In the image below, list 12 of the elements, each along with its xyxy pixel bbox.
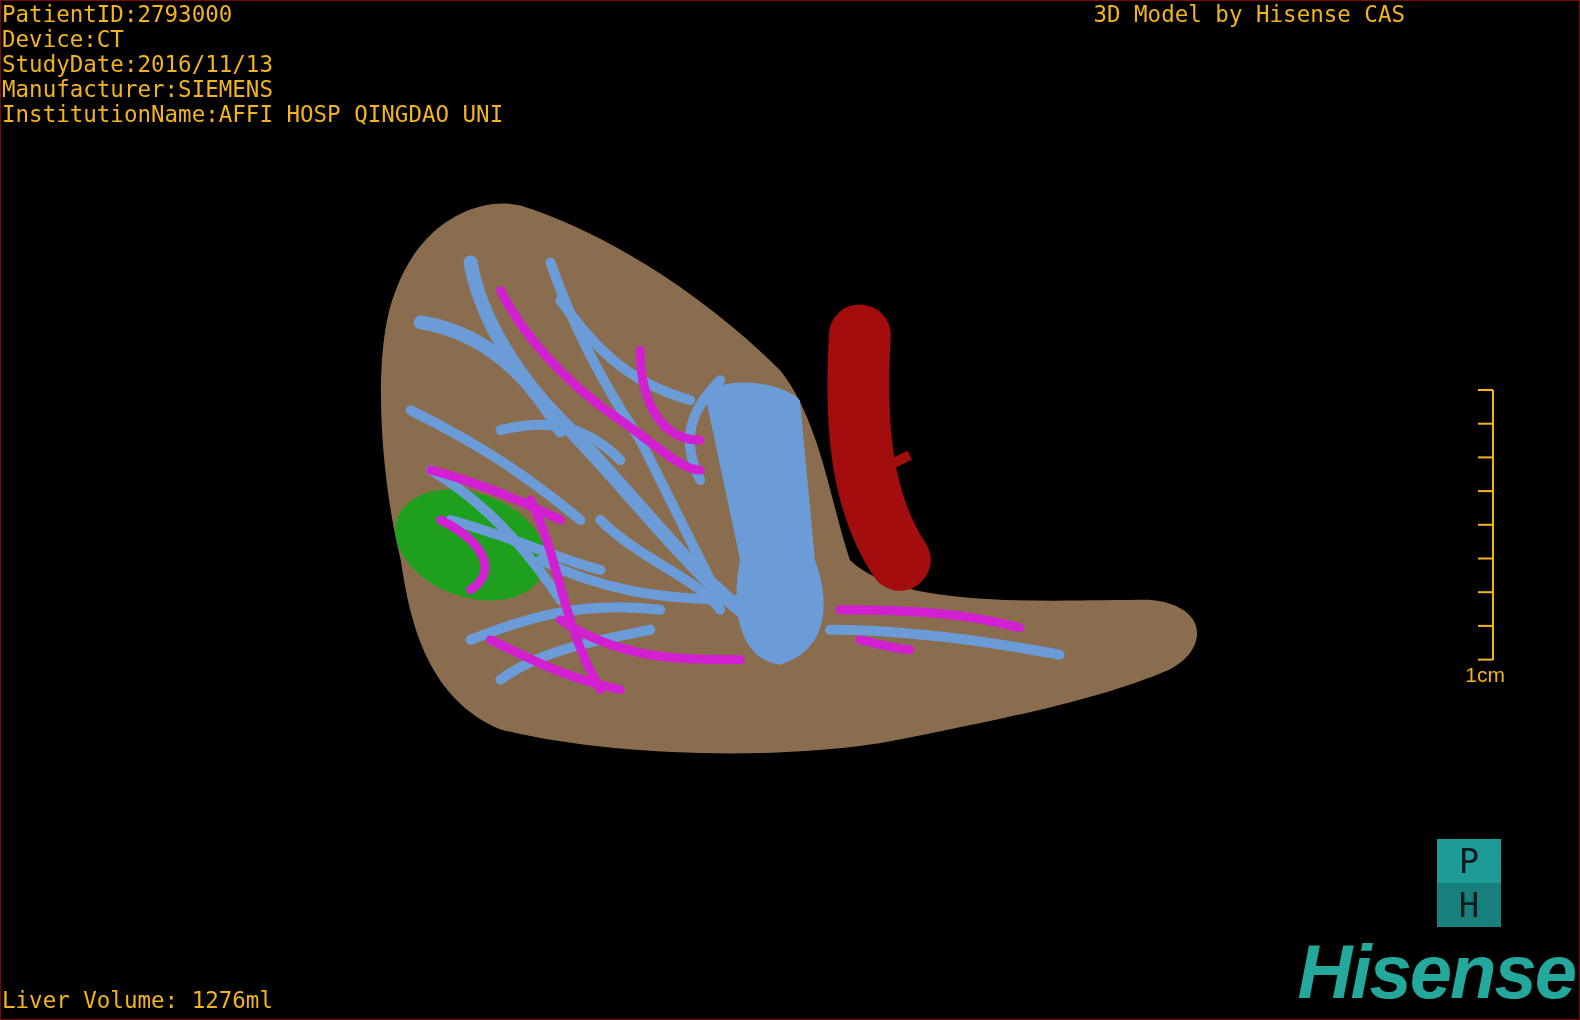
patient-info-text: PatientID:2793000 xyxy=(2,2,234,27)
brand-logo: Hisense xyxy=(1297,937,1575,1016)
scale-bar-icon xyxy=(1477,389,1497,661)
patient-info-text: InstitutionName:AFFI HOSP QINGDAO UNI xyxy=(2,102,505,127)
patient-info-text: Manufacturer:SIEMENS xyxy=(2,77,274,102)
liver-volume-text: Liver Volume: 1276ml xyxy=(2,987,273,1013)
patient-info-text: StudyDate:2016/11/13 xyxy=(2,52,274,77)
model-title: 3D Model by Hisense CAS xyxy=(1093,1,1405,27)
patient-info-text: Device:CT xyxy=(2,27,125,52)
scale-label: 1cm xyxy=(1465,663,1505,687)
orientation-face[interactable]: P xyxy=(1437,839,1501,883)
orientation-face[interactable]: H xyxy=(1437,883,1501,927)
